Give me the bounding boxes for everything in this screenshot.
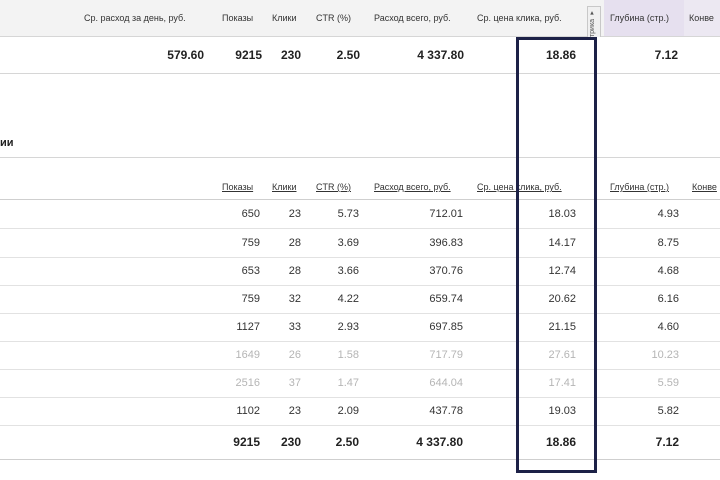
cell-depth: 5.59 [657, 377, 679, 389]
cell-impressions: 650 [241, 208, 260, 220]
cell-total-spend: 644.04 [429, 377, 463, 389]
cell-total-spend: 717.79 [429, 349, 463, 361]
cell-ctr: 1.58 [337, 349, 359, 361]
cell-ctr: 4.22 [337, 293, 359, 305]
cell-ctr: 3.66 [337, 265, 359, 277]
cell-total-spend: 370.76 [429, 265, 463, 277]
cell-clicks: 23 [288, 405, 301, 417]
total-row: 9215 230 2.50 4 337.80 18.86 7.12 [0, 425, 720, 460]
table-row: 653 28 3.66 370.76 12.74 4.68 [0, 257, 720, 286]
list-header-conversion[interactable]: Конве [692, 182, 717, 192]
section-title: ии [0, 137, 14, 149]
cell-clicks: 26 [288, 349, 301, 361]
cell-impressions: 1649 [235, 349, 260, 361]
cell-depth: 4.60 [657, 321, 679, 333]
summary-ctr: 2.50 [336, 48, 360, 62]
total-clicks: 230 [280, 435, 301, 449]
summary-impressions: 9215 [235, 48, 262, 62]
summary-total-spend: 4 337.80 [417, 48, 464, 62]
summary-clicks: 230 [280, 48, 301, 62]
list-header-depth[interactable]: Глубина (стр.) [610, 182, 669, 192]
table-row: 1102 23 2.09 437.78 19.03 5.82 [0, 397, 720, 426]
cell-total-spend: 712.01 [429, 208, 463, 220]
cell-ctr: 2.09 [337, 405, 359, 417]
cell-depth: 6.16 [657, 293, 679, 305]
cell-total-spend: 437.78 [429, 405, 463, 417]
cell-total-spend: 697.85 [429, 321, 463, 333]
total-impressions: 9215 [233, 435, 260, 449]
list-header-ctr[interactable]: CTR (%) [316, 182, 351, 192]
header-clicks[interactable]: Клики [272, 13, 297, 23]
total-ctr: 2.50 [335, 435, 359, 449]
table-row: 1127 33 2.93 697.85 21.15 4.60 [0, 313, 720, 342]
cell-impressions: 2516 [235, 377, 260, 389]
header-conversion[interactable]: Конве [689, 13, 714, 23]
cell-clicks: 32 [288, 293, 301, 305]
total-depth: 7.12 [655, 435, 679, 449]
cell-ctr: 1.47 [337, 377, 359, 389]
header-impressions[interactable]: Показы [222, 13, 253, 23]
cell-depth: 5.82 [657, 405, 679, 417]
summary-depth: 7.12 [654, 48, 678, 62]
cell-clicks: 28 [288, 265, 301, 277]
table-row: 759 32 4.22 659.74 20.62 6.16 [0, 285, 720, 314]
table-row: 2516 37 1.47 644.04 17.41 5.59 [0, 369, 720, 398]
highlight-frame [516, 37, 597, 473]
cell-depth: 8.75 [657, 237, 679, 249]
cell-impressions: 1127 [236, 321, 260, 333]
cell-ctr: 3.69 [337, 237, 359, 249]
summary-row: 579.60 9215 230 2.50 4 337.80 18.86 7.12 [0, 37, 720, 74]
table-row: 1649 26 1.58 717.79 27.61 10.23 [0, 341, 720, 370]
cell-clicks: 28 [288, 237, 301, 249]
cell-clicks: 37 [288, 377, 301, 389]
cell-depth: 10.23 [651, 349, 679, 361]
header-avg-cpc[interactable]: Ср. цена клика, руб. [477, 13, 562, 23]
cell-clicks: 33 [288, 321, 301, 333]
section-divider [0, 157, 720, 158]
cell-ctr: 5.73 [337, 208, 359, 220]
list-header-clicks[interactable]: Клики [272, 182, 297, 192]
cell-depth: 4.93 [657, 208, 679, 220]
list-header-total-spend[interactable]: Расход всего, руб. [374, 182, 451, 192]
total-total-spend: 4 337.80 [416, 435, 463, 449]
cell-impressions: 653 [241, 265, 260, 277]
cell-clicks: 23 [288, 208, 301, 220]
header-avg-spend[interactable]: Ср. расход за день, руб. [84, 13, 186, 23]
cell-total-spend: 396.83 [429, 237, 463, 249]
cell-impressions: 1102 [236, 405, 260, 417]
header-ctr[interactable]: CTR (%) [316, 13, 351, 23]
cell-total-spend: 659.74 [429, 293, 463, 305]
cell-impressions: 759 [241, 237, 260, 249]
header-depth[interactable]: Глубина (стр.) [610, 13, 669, 23]
list-header-impressions[interactable]: Показы [222, 182, 253, 192]
table-row: 650 23 5.73 712.01 18.03 4.93 [0, 200, 720, 229]
table-row: 759 28 3.69 396.83 14.17 8.75 [0, 229, 720, 258]
header-total-spend[interactable]: Расход всего, руб. [374, 13, 451, 23]
cell-ctr: 2.93 [337, 321, 359, 333]
cell-impressions: 759 [241, 293, 260, 305]
cell-depth: 4.68 [657, 265, 679, 277]
summary-avg-spend: 579.60 [167, 48, 204, 62]
